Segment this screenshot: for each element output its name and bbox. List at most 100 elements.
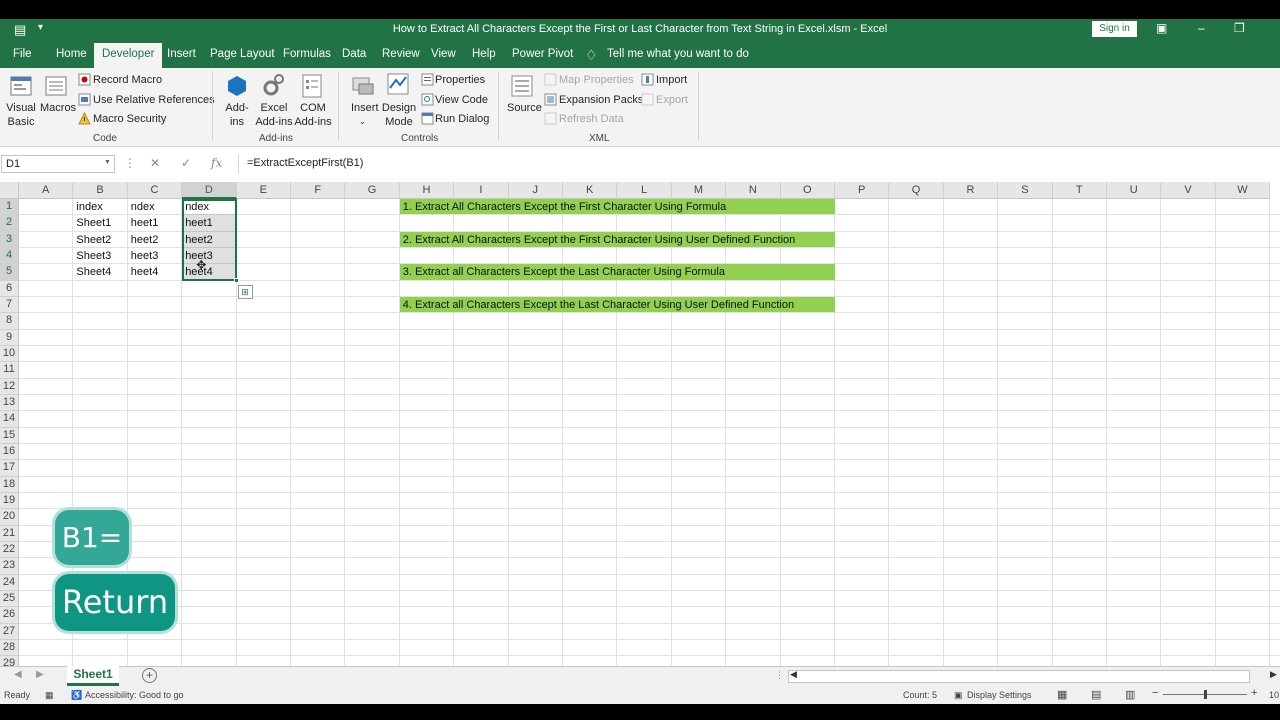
row-header-10[interactable]: 10 <box>0 345 19 363</box>
minimize-icon[interactable]: – <box>1198 21 1205 35</box>
cell-c1[interactable]: ndex <box>128 199 182 215</box>
cell-d1[interactable]: ndex <box>182 199 236 215</box>
row-header-17[interactable]: 17 <box>0 460 19 477</box>
formula-input[interactable]: =ExtractExceptFirst(B1) <box>238 155 1280 173</box>
cell-d5[interactable]: heet4 <box>182 264 236 280</box>
com-add-ins-button[interactable]: COM Add-ins <box>293 101 333 129</box>
row-header-18[interactable]: 18 <box>0 476 19 493</box>
export-button[interactable]: Export <box>656 93 688 107</box>
row-header-15[interactable]: 15 <box>0 427 19 444</box>
cell-c5[interactable]: heet4 <box>128 264 182 280</box>
row-header-6[interactable]: 6 <box>0 280 19 297</box>
row-header-23[interactable]: 23 <box>0 558 19 575</box>
tab-insert[interactable]: Insert <box>167 48 196 60</box>
view-code-button[interactable]: View Code <box>435 93 488 107</box>
row-header-3[interactable]: 3 <box>0 231 19 248</box>
row-header-2[interactable]: 2 <box>0 215 19 232</box>
scroll-left-icon[interactable]: ◀ <box>790 669 797 680</box>
column-header-u[interactable]: U <box>1107 182 1162 199</box>
column-header-c[interactable]: C <box>127 182 183 199</box>
refresh-data-button[interactable]: Refresh Data <box>559 112 624 126</box>
restore-icon[interactable]: ❐ <box>1234 21 1245 35</box>
zoom-out-icon[interactable]: − <box>1152 687 1158 699</box>
source-button[interactable]: Source <box>507 101 542 115</box>
row-header-16[interactable]: 16 <box>0 443 19 461</box>
column-header-v[interactable]: V <box>1161 182 1216 199</box>
column-header-t[interactable]: T <box>1052 182 1107 199</box>
insert-function-icon[interactable]: fx <box>211 156 222 170</box>
scroll-right-tabs-icon[interactable]: ▶ <box>36 669 44 680</box>
row-header-24[interactable]: 24 <box>0 574 19 591</box>
cell-d2[interactable]: heet1 <box>182 215 236 231</box>
heading-cell-h7[interactable]: 4. Extract all Characters Except the Las… <box>399 296 835 313</box>
relative-references-button[interactable]: Use Relative References <box>93 93 215 107</box>
column-header-n[interactable]: N <box>726 182 781 199</box>
cell-d4[interactable]: heet3 <box>182 248 236 264</box>
tab-view[interactable]: View <box>431 48 456 60</box>
cancel-icon[interactable]: ✕ <box>150 156 160 170</box>
row-header-1[interactable]: 1 <box>0 199 19 216</box>
row-header-19[interactable]: 19 <box>0 492 19 510</box>
page-layout-view-icon[interactable]: ▤ <box>1091 688 1101 701</box>
map-properties-button[interactable]: Map Properties <box>559 73 634 87</box>
cell-d3[interactable]: heet2 <box>182 232 236 248</box>
macro-record-icon[interactable]: ▦ <box>45 690 54 701</box>
row-header-27[interactable]: 27 <box>0 623 19 640</box>
cell-b5[interactable]: Sheet4 <box>73 264 127 280</box>
zoom-level[interactable]: 10 <box>1269 690 1279 700</box>
column-header-e[interactable]: E <box>236 182 291 199</box>
display-settings-button[interactable]: Display Settings <box>967 690 1032 700</box>
name-box[interactable]: D1 <box>1 155 115 173</box>
accessibility-status[interactable]: Accessibility: Good to go <box>85 690 184 700</box>
row-header-21[interactable]: 21 <box>0 525 19 542</box>
row-header-12[interactable]: 12 <box>0 378 19 395</box>
cell-b1[interactable]: index <box>73 199 127 215</box>
insert-control-button[interactable]: Insert <box>351 101 379 115</box>
row-header-26[interactable]: 26 <box>0 607 19 624</box>
column-header-r[interactable]: R <box>943 182 999 199</box>
tab-power-pivot[interactable]: Power Pivot <box>512 48 573 60</box>
sign-in-button[interactable]: Sign in <box>1092 21 1137 37</box>
cell-c4[interactable]: heet3 <box>128 248 182 264</box>
scroll-left-tabs-icon[interactable]: ◀ <box>14 669 22 680</box>
row-header-28[interactable]: 28 <box>0 639 19 657</box>
row-header-20[interactable]: 20 <box>0 509 19 526</box>
tab-home[interactable]: Home <box>56 48 87 60</box>
ribbon-display-icon[interactable]: ▣ <box>1156 21 1167 35</box>
row-header-5[interactable]: 5 <box>0 264 19 281</box>
column-header-j[interactable]: J <box>508 182 563 199</box>
import-button[interactable]: Import <box>656 73 687 87</box>
column-header-h[interactable]: H <box>399 182 455 199</box>
row-header-4[interactable]: 4 <box>0 247 19 265</box>
cell-b3[interactable]: Sheet2 <box>73 232 127 248</box>
cell-b2[interactable]: Sheet1 <box>73 215 127 231</box>
properties-button[interactable]: Properties <box>435 73 485 87</box>
column-header-b[interactable]: B <box>73 182 128 199</box>
enter-icon[interactable]: ✓ <box>181 156 191 170</box>
row-header-14[interactable]: 14 <box>0 411 19 428</box>
column-header-q[interactable]: Q <box>889 182 944 199</box>
expansion-packs-button[interactable]: Expansion Packs <box>559 93 643 107</box>
zoom-in-icon[interactable]: + <box>1251 687 1257 699</box>
design-mode-button[interactable]: Design Mode <box>381 101 417 129</box>
row-header-7[interactable]: 7 <box>0 296 19 314</box>
select-all-corner[interactable] <box>0 182 19 199</box>
normal-view-icon[interactable]: ▦ <box>1057 688 1067 701</box>
column-header-k[interactable]: K <box>563 182 618 199</box>
sheet-tab-sheet1[interactable]: Sheet1 <box>67 666 119 686</box>
column-header-l[interactable]: L <box>617 182 672 199</box>
worksheet-grid[interactable]: A B C D E F G H I J K L M N O P Q R S T U V W 1 2 3 4 5 6 7 8 9 10 11 12 13… <box>0 182 1280 668</box>
tab-help[interactable]: Help <box>472 48 496 60</box>
column-header-f[interactable]: F <box>291 182 346 199</box>
column-header-w[interactable]: W <box>1215 182 1271 199</box>
quick-analysis-icon[interactable]: ⊞ <box>237 284 253 299</box>
add-sheet-icon[interactable]: + <box>142 668 157 683</box>
tab-review[interactable]: Review <box>382 48 420 60</box>
macro-security-button[interactable]: Macro Security <box>93 112 166 126</box>
row-header-13[interactable]: 13 <box>0 394 19 412</box>
row-header-9[interactable]: 9 <box>0 329 19 346</box>
excel-add-ins-button[interactable]: Excel Add-ins <box>254 101 294 129</box>
row-header-11[interactable]: 11 <box>0 362 19 379</box>
tab-developer[interactable]: Developer <box>94 43 163 68</box>
row-header-22[interactable]: 22 <box>0 541 19 559</box>
